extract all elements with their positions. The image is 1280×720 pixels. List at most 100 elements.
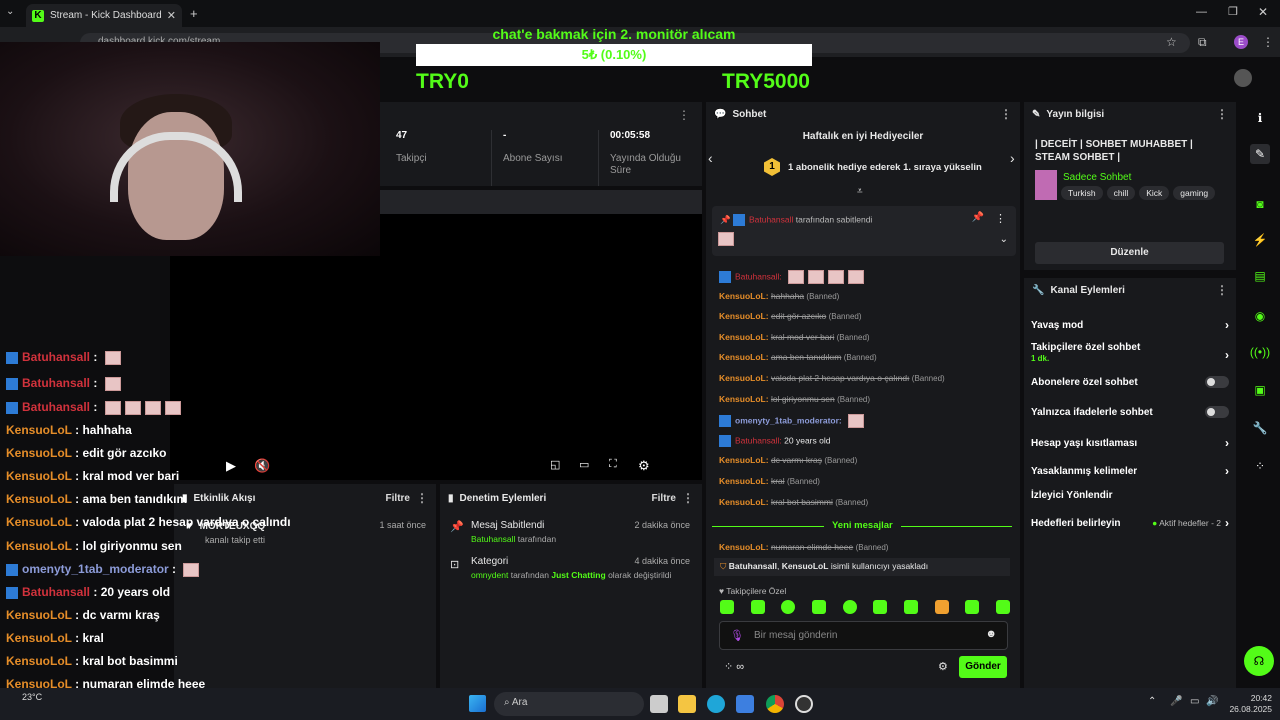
profile-avatar[interactable]: E — [1234, 35, 1248, 49]
chat-username[interactable]: Batuhansall — [735, 271, 779, 281]
overlay-chat-user[interactable]: KensuoLoL — [6, 539, 72, 553]
info-icon[interactable]: ℹ — [1250, 108, 1270, 128]
theater-icon[interactable]: ▭ — [579, 458, 589, 471]
slow-mode-row[interactable]: Yavaş mod › — [1031, 318, 1229, 332]
subs-only-toggle[interactable] — [1205, 376, 1229, 388]
overlay-chat-user[interactable]: KensuoLoL — [6, 469, 72, 483]
emote-icon[interactable] — [934, 600, 949, 614]
overlay-chat-user[interactable]: omenyty_1tab_moderator — [22, 562, 169, 576]
gifters-next-icon[interactable]: › — [1010, 150, 1015, 166]
account-age-row[interactable]: Hesap yaşı kısıtlaması › — [1031, 436, 1229, 450]
stream-tag[interactable]: Kick — [1139, 186, 1170, 200]
lightning-icon[interactable]: ⚡ — [1250, 230, 1270, 250]
collapse-gifters-icon[interactable]: ⩡ — [857, 186, 863, 197]
emote-icon[interactable] — [965, 600, 980, 614]
camera-icon[interactable]: ◙ — [1250, 194, 1270, 214]
chat-username[interactable]: KensuoLoL — [719, 476, 766, 486]
emote-icon[interactable] — [995, 600, 1010, 614]
unpin-icon[interactable]: 📌 — [972, 212, 984, 223]
pinned-user[interactable]: Batuhansall — [749, 214, 793, 224]
stream-tag[interactable]: chill — [1106, 186, 1136, 200]
redirect-row[interactable]: İzleyici Yönlendir — [1031, 490, 1229, 501]
chat-username[interactable]: KensuoLoL — [719, 373, 766, 383]
clock[interactable]: 20:42 26.08.2025 — [1222, 693, 1272, 715]
weather-widget[interactable]: 23°C — [22, 692, 42, 702]
overlay-chat-user[interactable]: Batuhansall — [22, 376, 90, 390]
chat-username[interactable]: KensuoLoL — [719, 352, 766, 362]
chat-username[interactable]: omenyty_1tab_moderator — [735, 415, 839, 425]
overlay-chat-user[interactable]: Batuhansall — [22, 400, 90, 414]
followers-only-row[interactable]: Takipçilere özel sohbet 1 dk. › — [1031, 342, 1229, 364]
mic-tray-icon[interactable]: 🎤 — [1170, 696, 1182, 707]
chat-username[interactable]: Batuhansall — [735, 435, 779, 445]
moderation-menu-icon[interactable]: ⋮ — [682, 491, 694, 505]
banned-words-row[interactable]: Yasaklanmış kelimeler › — [1031, 464, 1229, 478]
emoji-icon[interactable]: ☻ — [985, 628, 997, 640]
channel-actions-menu-icon[interactable]: ⋮ — [1216, 283, 1228, 297]
file-explorer-icon[interactable] — [678, 695, 696, 713]
mod-item1-user[interactable]: Batuhansall — [471, 534, 515, 544]
overlay-chat-user[interactable]: KensuoLoL — [6, 446, 72, 460]
stream-tag[interactable]: gaming — [1173, 186, 1216, 200]
pip-icon[interactable]: ◱ — [550, 458, 560, 471]
chat-settings-icon[interactable]: ⚙ — [938, 660, 948, 673]
gifters-prev-icon[interactable]: ‹ — [708, 150, 713, 166]
emote-icon[interactable] — [842, 600, 857, 614]
document-icon[interactable]: ▤ — [1250, 266, 1270, 286]
overlay-chat-user[interactable]: KensuoLoL — [6, 608, 72, 622]
maximize-button[interactable]: ❐ — [1228, 5, 1238, 18]
chat-username[interactable]: KensuoLoL — [719, 394, 766, 404]
apps-icon[interactable]: ⁘ — [1250, 456, 1270, 476]
chat-menu-icon[interactable]: ⋮ — [1000, 107, 1012, 121]
stream-info-menu-icon[interactable]: ⋮ — [1216, 107, 1228, 121]
activity-menu-icon[interactable]: ⋮ — [416, 491, 428, 505]
new-tab-button[interactable]: + — [190, 6, 198, 21]
moderation-filter-button[interactable]: Filtre — [652, 493, 676, 504]
overlay-chat-user[interactable]: KensuoLoL — [6, 631, 72, 645]
emote-icon[interactable] — [903, 600, 918, 614]
pinned-menu-icon[interactable]: ⋮ — [995, 212, 1006, 225]
send-button[interactable]: Gönder — [959, 656, 1007, 678]
support-headset-icon[interactable]: ☊ — [1244, 646, 1274, 676]
chat-input[interactable]: 🎙 Bir mesaj gönderin ☻ — [719, 621, 1008, 650]
emote-icon[interactable] — [811, 600, 826, 614]
close-tab-icon[interactable]: ✕ — [167, 9, 176, 22]
start-button[interactable] — [469, 695, 486, 712]
chat-username[interactable]: KensuoLoL — [719, 311, 766, 321]
chrome-icon[interactable] — [766, 695, 784, 713]
browser-tab[interactable]: K Stream - Kick Dashboard ✕ — [26, 4, 182, 27]
bookmark-star-icon[interactable]: ☆ — [1166, 35, 1177, 49]
store-icon[interactable] — [736, 695, 754, 713]
settings-gear-icon[interactable]: ⚙ — [638, 458, 650, 474]
category-name[interactable]: Sadece Sohbet — [1063, 172, 1131, 183]
overlay-chat-user[interactable]: Batuhansall — [22, 585, 90, 599]
overlay-chat-user[interactable]: KensuoLoL — [6, 492, 72, 506]
tab-list-button[interactable]: ⌄ — [6, 6, 20, 20]
chat-username[interactable]: KensuoLoL — [719, 291, 766, 301]
emotes-only-row[interactable]: Yalnızca ifadelerle sohbet — [1031, 406, 1229, 418]
tray-chevron-icon[interactable]: ⌃ — [1148, 696, 1156, 707]
stream-tag[interactable]: Turkish — [1061, 186, 1103, 200]
chat-username[interactable]: KensuoLoL — [719, 497, 766, 507]
volume-icon[interactable]: 🔊 — [1206, 696, 1218, 707]
overlay-chat-user[interactable]: KensuoLoL — [6, 423, 72, 437]
mic-icon[interactable]: 🎙 — [730, 629, 744, 642]
chat-username[interactable]: KensuoLoL — [719, 332, 766, 342]
goals-row[interactable]: Hedefleri belirleyin ● Aktif hedefler - 2… — [1031, 516, 1229, 530]
stats-menu-icon[interactable]: ⋮ — [678, 108, 690, 122]
overlay-chat-user[interactable]: KensuoLoL — [6, 515, 72, 529]
extensions-icon[interactable]: ⧉ — [1198, 35, 1207, 50]
user-avatar[interactable] — [1234, 69, 1252, 87]
edit-button[interactable]: Düzenle — [1035, 242, 1224, 264]
chat-username[interactable]: KensuoLoL — [719, 455, 766, 465]
task-view-icon[interactable] — [650, 695, 668, 713]
edit-icon[interactable]: ✎ — [1250, 144, 1270, 164]
close-window-button[interactable]: ✕ — [1258, 5, 1268, 19]
emote-icon[interactable] — [781, 600, 796, 614]
emotes-only-toggle[interactable] — [1205, 406, 1229, 418]
overlay-chat-user[interactable]: Batuhansall — [22, 350, 90, 364]
emote-icon[interactable] — [873, 600, 888, 614]
expand-pinned-icon[interactable]: ⌄ — [1000, 234, 1008, 245]
emote-icon[interactable] — [750, 600, 765, 614]
category-thumbnail[interactable] — [1035, 170, 1057, 200]
